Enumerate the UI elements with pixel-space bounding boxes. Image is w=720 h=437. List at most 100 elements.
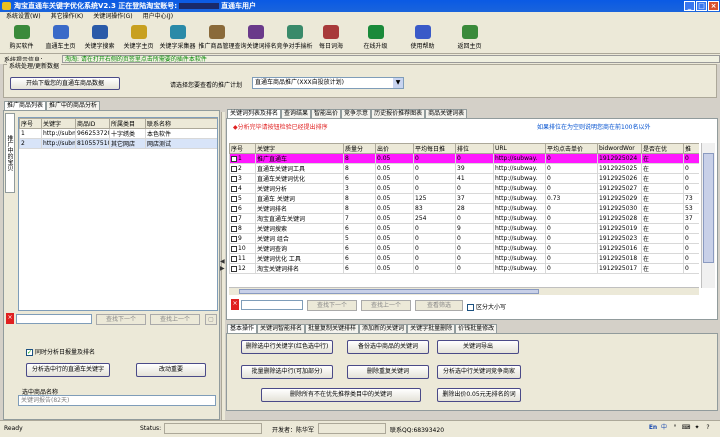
product-search-input[interactable]: [16, 314, 92, 324]
scrollbar-thumb[interactable]: [239, 289, 539, 294]
splitter-arrow-icon[interactable]: ◀ ▶: [220, 258, 225, 272]
table-cell[interactable]: 10: [229, 243, 256, 254]
keyword-column-header[interactable]: 推: [683, 143, 699, 154]
table-row[interactable]: 2 直通车关键词工具 8 0.05 0 39 http://subway. 0 19129250…: [229, 163, 699, 174]
chevron-down-icon[interactable]: ▼: [393, 78, 403, 88]
keyword-column-header[interactable]: 质量分: [343, 143, 376, 154]
keyword-find-next-button[interactable]: 查找下一个: [307, 300, 357, 311]
punctuation-icon[interactable]: °: [670, 423, 680, 433]
table-row[interactable]: 6 关键词排名 8 0.05 83 28 http://subway. 0 1912925030…: [229, 203, 699, 214]
menu-system-settings[interactable]: 系统设置(W): [3, 12, 44, 22]
delete-selected-button[interactable]: 删除选中行关键字(红色选中行): [241, 340, 333, 354]
product-column-header[interactable]: 序号: [19, 118, 42, 129]
keyword-column-header[interactable]: bidwordWor: [597, 143, 642, 154]
keyword-column-header[interactable]: 平均点击单价: [545, 143, 598, 154]
analyze-keywords-button[interactable]: 分析选中行的直通车关键字: [26, 363, 110, 377]
table-cell[interactable]: 6: [229, 203, 256, 214]
tab-batch-delete[interactable]: 关键字批量删除: [407, 324, 456, 333]
toolbar-button-10[interactable]: 使用帮助: [403, 22, 442, 52]
table-row[interactable]: 5 直通车 关键词 8 0.05 125 37 http://subway. 0.73 1912…: [229, 193, 699, 204]
toolbar-button-0[interactable]: 购买软件: [2, 22, 41, 52]
backup-keywords-button[interactable]: 备份选中商品的关键词: [347, 340, 429, 354]
product-column-header[interactable]: 关键字: [41, 118, 76, 129]
row-checkbox[interactable]: [231, 255, 237, 262]
toolbar-button-6[interactable]: 查询关键词排名: [235, 22, 277, 52]
tab-product-keywords[interactable]: 商品关键词表: [425, 109, 468, 118]
product-find-prev-button[interactable]: 查找上一个: [150, 314, 200, 325]
help-tray-icon[interactable]: ?: [703, 423, 713, 433]
table-cell[interactable]: 7: [229, 213, 256, 224]
toolbar-button-1[interactable]: 直通车主页: [41, 22, 80, 52]
keyword-filter-button[interactable]: 查看筛选: [415, 300, 463, 311]
toolbar-button-9[interactable]: 在线升级: [356, 22, 395, 52]
tab-product-analysis[interactable]: 推广中的商品分析: [46, 101, 101, 110]
toolbar-button-2[interactable]: 关键字搜索: [80, 22, 119, 52]
row-checkbox[interactable]: [231, 235, 237, 242]
table-row[interactable]: 9 关键词 组合 5 0.05 0 0 http://subway. 0 1912925023 在…: [229, 233, 699, 244]
product-column-header[interactable]: 所属类目: [109, 118, 146, 129]
toolbar-button-4[interactable]: 关键字采集器: [158, 22, 197, 52]
product-column-header[interactable]: 商品ID: [75, 118, 110, 129]
clear-keyword-search-icon[interactable]: ×: [231, 299, 239, 310]
table-row[interactable]: 7 淘宝直通车关键词 7 0.05 254 0 http://subway. 0 1912925…: [229, 213, 699, 224]
keyword-column-header[interactable]: 是否在优: [641, 143, 684, 154]
table-cell[interactable]: 8: [229, 223, 256, 234]
table-row[interactable]: 8 关键词搜索 6 0.05 0 9 http://subway. 0 1912925019 在 0: [229, 223, 699, 234]
settings-icon[interactable]: ✦: [692, 423, 702, 433]
tab-competition[interactable]: 竞争示意: [341, 109, 372, 118]
tab-product-list[interactable]: 推广商品列表: [4, 101, 47, 110]
table-row[interactable]: 11 关键词优化 工具 6 0.05 0 0 http://subway. 0 19129250…: [229, 253, 699, 264]
keyword-column-header[interactable]: 关键字: [255, 143, 344, 154]
keyword-column-header[interactable]: 序号: [229, 143, 256, 154]
keyword-find-prev-button[interactable]: 查找上一个: [361, 300, 411, 311]
tab-price-batch[interactable]: 价钱批量修改: [455, 324, 498, 333]
row-checkbox[interactable]: [231, 175, 237, 182]
ime-zh-icon[interactable]: 中: [659, 423, 669, 433]
batch-delete-button[interactable]: 批量删除选中行(可加部分): [241, 365, 333, 379]
row-checkbox[interactable]: [231, 215, 237, 222]
delete-low-bid-button[interactable]: 删除出价0.05元无排名的词: [437, 388, 521, 402]
table-row[interactable]: 1 推广直通车 8 0.05 0 0 http://subway. 0 1912925024 在 0: [229, 153, 699, 164]
maximize-button[interactable]: □: [696, 1, 707, 11]
table-cell[interactable]: 9: [229, 233, 256, 244]
export-keywords-button[interactable]: 关键词导出: [437, 340, 519, 354]
keyword-column-header[interactable]: URL: [493, 143, 546, 154]
keyword-column-header[interactable]: 出价: [375, 143, 414, 154]
keyword-search-input[interactable]: [241, 300, 303, 310]
row-checkbox[interactable]: [231, 195, 237, 202]
tab-basic-ops[interactable]: 基本操作: [227, 324, 258, 333]
table-cell[interactable]: 1: [229, 153, 256, 164]
table-cell[interactable]: 12: [229, 263, 256, 274]
menu-other-ops[interactable]: 其它操作(K): [48, 12, 87, 22]
table-cell[interactable]: 2: [229, 163, 256, 174]
row-checkbox[interactable]: [231, 205, 237, 212]
table-row[interactable]: 4 关键词分析 3 0.05 0 0 http://subway. 0 1912925027 在 0: [229, 183, 699, 194]
toolbar-button-7[interactable]: 竞争对手揣析: [275, 22, 314, 52]
clear-search-icon[interactable]: ×: [6, 313, 14, 324]
menu-user-center[interactable]: 用户中心(J): [140, 12, 176, 22]
tab-history-bid[interactable]: 历史报价推荐图表: [371, 109, 426, 118]
tab-smart-bid[interactable]: 智能出价: [311, 109, 342, 118]
keyword-column-header[interactable]: 排位: [455, 143, 494, 154]
table-cell[interactable]: 4: [229, 183, 256, 194]
keyboard-icon[interactable]: ⌨: [681, 423, 691, 433]
tab-smart-ranking[interactable]: 关键词智能排名: [257, 324, 306, 333]
tab-promoted-items[interactable]: 推广中的宝贝: [5, 113, 15, 193]
vertical-scrollbar-thumb[interactable]: [703, 153, 714, 263]
horizontal-scrollbar[interactable]: [229, 287, 699, 295]
stop-button[interactable]: 改动重要: [136, 363, 206, 377]
tab-query-results[interactable]: 查询结果: [281, 109, 312, 118]
toolbar-button-8[interactable]: 每日词海: [314, 22, 348, 52]
product-filter-button[interactable]: ▢: [205, 314, 217, 325]
delete-duplicate-button[interactable]: 删除重复关键词: [347, 365, 429, 379]
analyze-rank-checkbox[interactable]: ✓ 同时分析日报量及排名: [26, 347, 95, 356]
tab-batch-copy[interactable]: 批量复制关键排样: [305, 324, 360, 333]
tab-add-keywords[interactable]: 添加新的关键词: [359, 324, 408, 333]
ime-en-icon[interactable]: En: [648, 423, 658, 433]
row-checkbox[interactable]: [231, 185, 237, 192]
row-checkbox[interactable]: [231, 225, 237, 232]
toolbar-button-3[interactable]: 关键字主页: [119, 22, 158, 52]
close-button[interactable]: ×: [708, 1, 719, 11]
table-row[interactable]: 12 淘宝关键词排名 6 0.05 0 0 http://subway. 0 191292501…: [229, 263, 699, 274]
product-column-header[interactable]: 联系名称: [145, 118, 217, 129]
